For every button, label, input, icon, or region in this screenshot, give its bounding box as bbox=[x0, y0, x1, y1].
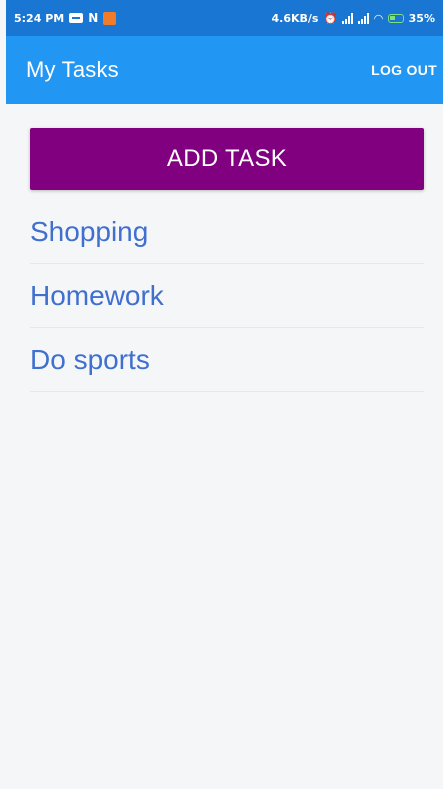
task-item-do-sports[interactable]: Do sports bbox=[30, 328, 424, 392]
app-icon bbox=[103, 11, 117, 25]
battery-percent: 35% bbox=[408, 11, 435, 25]
message-icon bbox=[69, 13, 84, 23]
task-item-homework[interactable]: Homework bbox=[30, 264, 424, 328]
page-title: My Tasks bbox=[26, 57, 119, 82]
task-item-shopping[interactable]: Shopping bbox=[30, 200, 424, 264]
task-list: Shopping Homework Do sports bbox=[30, 200, 424, 392]
signal-2-icon bbox=[358, 12, 370, 24]
status-bar-left: 5:24 PM N bbox=[14, 11, 117, 25]
status-bar: 5:24 PM N 4.6KB/s ⏰ ◠ 35% bbox=[6, 0, 443, 36]
add-task-button[interactable]: ADD TASK bbox=[30, 128, 424, 190]
status-bar-right: 4.6KB/s ⏰ ◠ 35% bbox=[272, 12, 435, 25]
status-time: 5:24 PM bbox=[14, 11, 65, 25]
logout-button[interactable]: LOG OUT bbox=[371, 62, 437, 78]
alarm-icon: ⏰ bbox=[323, 11, 338, 25]
app-bar: My Tasks LOG OUT bbox=[6, 36, 443, 104]
signal-icon bbox=[342, 12, 354, 24]
battery-icon bbox=[387, 13, 404, 23]
wifi-icon: ◠ bbox=[374, 11, 383, 25]
n-icon: N bbox=[88, 11, 99, 25]
phone-screen: 5:24 PM N 4.6KB/s ⏰ ◠ 35% My Tasks LOG O… bbox=[0, 0, 443, 789]
network-speed: 4.6KB/s bbox=[271, 11, 319, 25]
